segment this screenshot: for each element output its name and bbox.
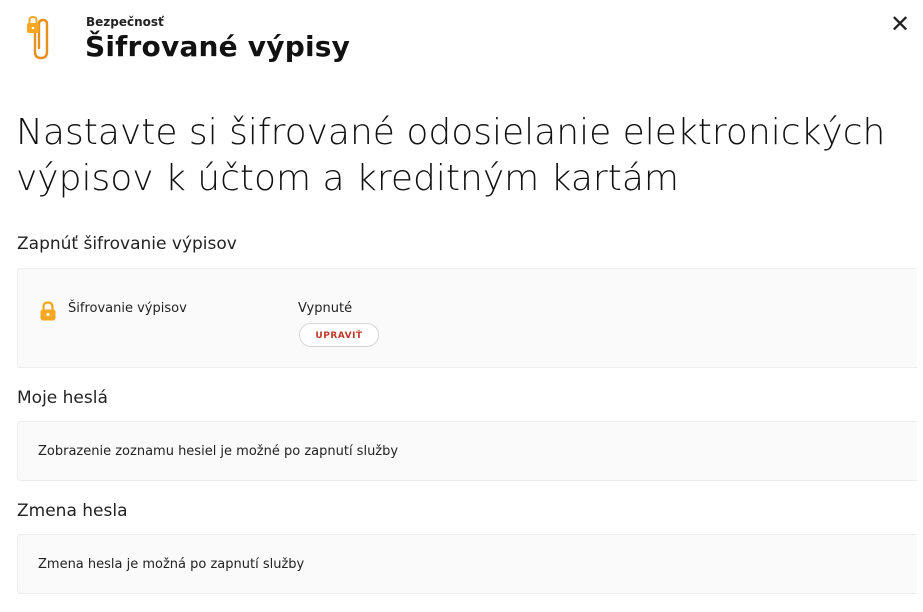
section-title-passwords: Moje heslá: [17, 388, 108, 408]
section-title-encryption: Zapnúť šifrovanie výpisov: [17, 234, 237, 254]
encryption-row-label: Šifrovanie výpisov: [68, 301, 187, 316]
section-title-password-change: Zmena hesla: [17, 501, 128, 521]
lock-icon: [39, 301, 57, 321]
close-icon: ✕: [889, 10, 911, 38]
close-button[interactable]: ✕: [886, 10, 914, 38]
passwords-panel: Zobrazenie zoznamu hesiel je možné po za…: [17, 421, 917, 481]
page-title: Šifrované výpisy: [85, 30, 351, 63]
main-headline: Nastavte si šifrované odosielanie elektr…: [16, 112, 886, 199]
header-kicker: Bezpečnosť: [86, 15, 164, 29]
password-change-panel: Zmena hesla je možná po zapnutí služby: [17, 534, 917, 594]
paperclip-lock-icon: [24, 14, 56, 62]
encryption-status: Vypnuté: [298, 301, 353, 316]
encryption-panel: Šifrovanie výpisov Vypnuté UPRAVIŤ: [17, 268, 917, 368]
edit-button[interactable]: UPRAVIŤ: [299, 323, 379, 347]
password-change-message: Zmena hesla je možná po zapnutí služby: [38, 557, 305, 572]
passwords-message: Zobrazenie zoznamu hesiel je možné po za…: [38, 444, 399, 459]
page-header: Bezpečnosť Šifrované výpisy ✕: [0, 0, 923, 80]
